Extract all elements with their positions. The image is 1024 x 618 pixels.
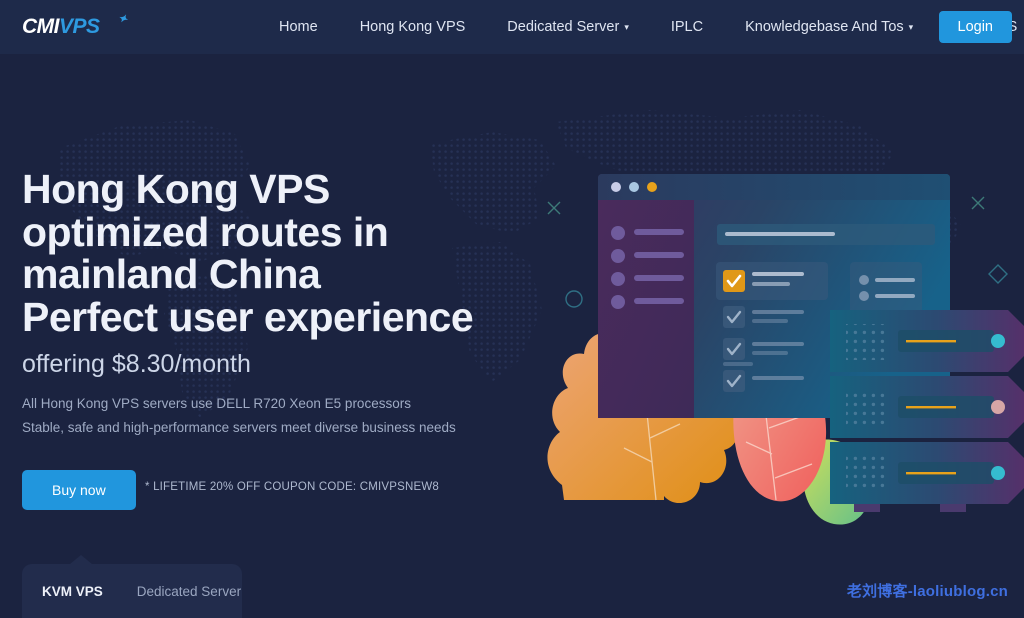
- hero-subtitle: offering $8.30/month: [22, 350, 251, 378]
- server-rack-2: [830, 376, 1024, 438]
- nav-item-dedicated-server-label: Dedicated Server: [507, 18, 620, 35]
- logo-cmi-text: CMI: [22, 15, 60, 38]
- window-dot-2-icon: [629, 182, 639, 192]
- hero-title-line-2: optimized routes in: [22, 208, 389, 255]
- hero-title-line-3: mainland China: [22, 251, 321, 298]
- nav-item-hong-kong-vps[interactable]: Hong Kong VPS: [339, 0, 487, 54]
- nav-item-iplc-label: IPLC: [670, 19, 704, 35]
- illustration-side-card: [850, 262, 922, 314]
- illustration-checkbox-row-active: [716, 262, 828, 300]
- logo-spark-icon: ✦: [116, 11, 129, 27]
- top-navbar: CMI VPS ✦ Home Hong Kong VPS Dedicated Se…: [0, 0, 1024, 54]
- server-rack-3: [830, 442, 1024, 512]
- hero-title-line-4: Perfect user experience: [22, 293, 474, 340]
- server-led-3-icon: [991, 466, 1005, 480]
- nav-item-dedicated-server[interactable]: Dedicated Server ▾: [486, 0, 650, 55]
- server-rack-1: [830, 310, 1024, 372]
- window-dot-3-icon: [647, 182, 657, 192]
- site-logo[interactable]: CMI VPS ✦: [22, 12, 128, 41]
- hero-description: All Hong Kong VPS servers use DELL R720 …: [22, 392, 542, 439]
- nav-item-knowledgebase[interactable]: Knowledgebase And Tos ▾: [724, 0, 934, 55]
- server-led-1-icon: [991, 334, 1005, 348]
- hero-description-line-2: Stable, safe and high-performance server…: [22, 419, 456, 435]
- chevron-down-icon: ▾: [624, 21, 629, 32]
- tab-dedicated-server[interactable]: Dedicated Server: [137, 584, 241, 599]
- watermark-text: 老刘博客-laoliublog.cn: [846, 583, 1008, 600]
- coupon-note: * LIFETIME 20% OFF COUPON CODE: CMIVPSNE…: [145, 481, 440, 493]
- hero-description-line-1: All Hong Kong VPS servers use DELL R720 …: [22, 396, 411, 411]
- nav-item-home[interactable]: Home: [258, 0, 339, 54]
- logo-vps-text: VPS: [59, 15, 100, 38]
- window-dot-1-icon: [611, 182, 621, 192]
- server-led-2-icon: [991, 400, 1005, 414]
- nav-item-hong-kong-vps-label: Hong Kong VPS: [359, 19, 466, 35]
- login-button[interactable]: Login: [938, 11, 1012, 43]
- hero-title-line-1: Hong Kong VPS: [22, 166, 330, 212]
- chevron-down-icon: ▾: [908, 21, 914, 32]
- nav-item-knowledgebase-label: Knowledgebase And Tos: [745, 18, 904, 35]
- tab-kvm-vps[interactable]: KVM VPS: [42, 584, 103, 599]
- hero-illustration: [547, 174, 1024, 525]
- illustration-search-bar: [717, 224, 935, 245]
- nav-links: Home Hong Kong VPS Dedicated Server ▾ IPL…: [258, 0, 1024, 54]
- hero-title: Hong Kong VPS optimized routes in mainla…: [22, 168, 542, 339]
- page-root: CMI VPS ✦ Home Hong Kong VPS Dedicated Se…: [0, 0, 1024, 618]
- buy-now-button[interactable]: Buy now: [22, 470, 136, 510]
- nav-item-home-label: Home: [279, 19, 318, 35]
- plan-tabs-panel: KVM VPS Dedicated Server: [22, 555, 242, 618]
- nav-item-iplc[interactable]: IPLC: [650, 0, 724, 54]
